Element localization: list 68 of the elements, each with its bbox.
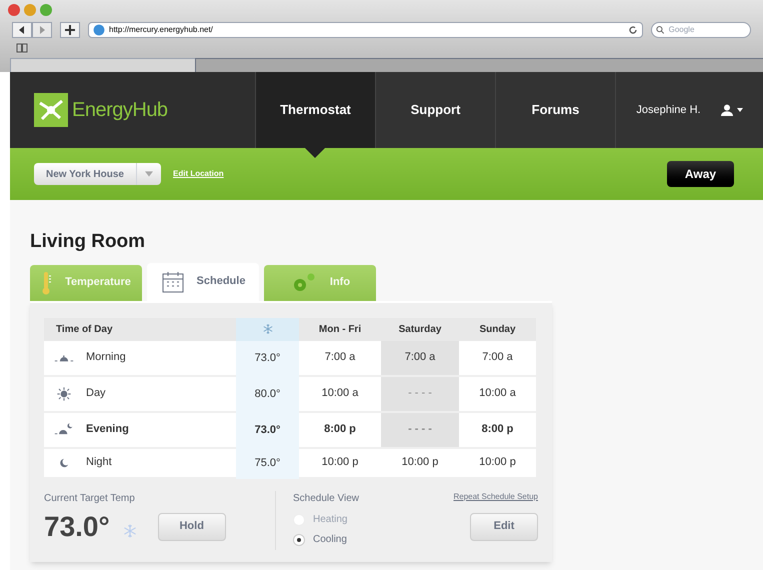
time-cell: 10:00 a — [459, 376, 536, 412]
column-header: Saturday — [381, 318, 459, 340]
caret-icon — [145, 170, 153, 178]
time-cell: 10:00 p — [381, 448, 459, 478]
caret-icon — [736, 107, 743, 113]
close-window-button[interactable] — [8, 4, 20, 16]
browser-tab[interactable] — [195, 58, 763, 72]
schedule-view-label: Schedule View — [293, 492, 360, 506]
browser-tab[interactable] — [10, 58, 195, 72]
search-icon — [656, 25, 665, 35]
temperature-cell: 73.0° — [236, 412, 299, 448]
hold-button[interactable]: Hold — [158, 512, 226, 540]
period-label: Day — [86, 386, 106, 402]
time-cell: 10:00 p — [299, 448, 381, 478]
target-temp-label: Current Target Temp — [44, 492, 136, 506]
snowflake-icon — [122, 522, 138, 538]
logo-text: EnergyHub — [72, 98, 168, 123]
time-cell: 8:00 p — [459, 412, 536, 448]
url-text: http://mercury.energyhub.net/ — [109, 24, 214, 36]
location-dropdown[interactable]: New York House — [34, 163, 161, 185]
time-cell: 7:00 a — [299, 340, 381, 376]
plus-icon — [65, 25, 75, 35]
globe-icon — [93, 24, 105, 36]
temperature-cell: 75.0° — [236, 448, 299, 478]
time-cell: 7:00 a — [459, 340, 536, 376]
nav-tab[interactable]: Forums — [495, 72, 615, 148]
logo-icon — [34, 93, 68, 127]
nav-tab[interactable]: Thermostat — [255, 72, 375, 148]
time-cell: - - - - — [381, 376, 459, 412]
away-button[interactable]: Away — [667, 161, 734, 187]
thermometer-icon — [41, 270, 54, 294]
time-cell: - - - - — [381, 412, 459, 448]
bookmarks-book-icon[interactable] — [16, 43, 28, 53]
search-input[interactable]: Google — [668, 24, 746, 36]
zoom-window-button[interactable] — [40, 4, 52, 16]
snowflake-column-icon — [262, 323, 274, 335]
room-tab[interactable]: Schedule — [147, 262, 259, 300]
period-label: Morning — [86, 350, 126, 366]
edit-button[interactable]: Edit — [470, 512, 538, 540]
back-arrow-icon — [18, 26, 26, 34]
room-title: Living Room — [30, 230, 146, 254]
user-icon — [720, 104, 733, 116]
nav-tab[interactable]: Support — [375, 72, 495, 148]
edit-location-link[interactable]: Edit Location — [173, 168, 224, 180]
column-header: Time of Day — [44, 318, 236, 340]
time-cell: 8:00 p — [299, 412, 381, 448]
temperature-cell: 73.0° — [236, 340, 299, 376]
time-cell: 7:00 a — [381, 340, 459, 376]
radio-button[interactable] — [293, 534, 305, 546]
temperature-cell: 80.0° — [236, 376, 299, 412]
search-field[interactable]: Google — [651, 22, 751, 38]
view-radio-option[interactable]: Cooling — [293, 530, 386, 550]
reload-icon[interactable] — [628, 25, 638, 35]
calendar-icon — [160, 270, 185, 294]
time-cell: 10:00 p — [459, 448, 536, 478]
column-header: Mon - Fri — [299, 318, 381, 340]
column-header: Sunday — [459, 318, 536, 340]
user-menu[interactable]: Josephine H. — [615, 72, 763, 148]
period-label: Night — [86, 455, 112, 470]
address-bar[interactable]: http://mercury.energyhub.net/ — [88, 22, 643, 38]
back-button[interactable] — [12, 22, 32, 38]
period-label: Evening — [86, 422, 129, 438]
add-bookmark-button[interactable] — [60, 22, 80, 38]
target-temp-value: 73.0° — [44, 510, 110, 544]
time-cell: 10:00 a — [299, 376, 381, 412]
repeat-schedule-link[interactable]: Repeat Schedule Setup — [453, 490, 538, 502]
forward-arrow-icon — [38, 26, 46, 34]
minimize-window-button[interactable] — [24, 4, 36, 16]
